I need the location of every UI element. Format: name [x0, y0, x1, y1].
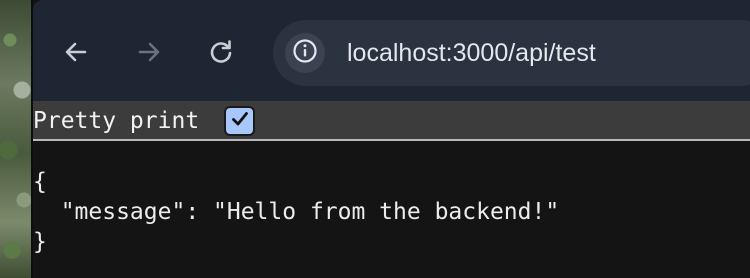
- site-info-button[interactable]: [285, 33, 325, 73]
- desktop-background: [0, 0, 33, 278]
- pretty-print-bar: Pretty print: [33, 101, 750, 141]
- page-content: Pretty print { "message": "Hello from th…: [33, 101, 750, 278]
- json-response: { "message": "Hello from the backend!"}: [33, 167, 559, 257]
- arrow-right-icon: [134, 37, 164, 67]
- pretty-print-label: Pretty print: [33, 108, 200, 134]
- info-icon: [292, 38, 318, 69]
- back-button[interactable]: [56, 32, 96, 72]
- checkmark-icon: [230, 109, 250, 134]
- json-line: }: [33, 229, 47, 255]
- json-line: {: [33, 169, 47, 195]
- reload-button[interactable]: [201, 32, 241, 72]
- address-bar[interactable]: localhost:3000/api/test: [273, 20, 750, 86]
- screen: localhost:3000/api/test Pretty print { "…: [0, 0, 750, 278]
- json-line: "message": "Hello from the backend!": [33, 199, 560, 225]
- forward-button[interactable]: [129, 32, 169, 72]
- arrow-left-icon: [61, 37, 91, 67]
- browser-toolbar: localhost:3000/api/test: [33, 0, 750, 101]
- pretty-print-checkbox[interactable]: [224, 106, 255, 136]
- reload-icon: [206, 37, 236, 67]
- url-text[interactable]: localhost:3000/api/test: [347, 20, 596, 86]
